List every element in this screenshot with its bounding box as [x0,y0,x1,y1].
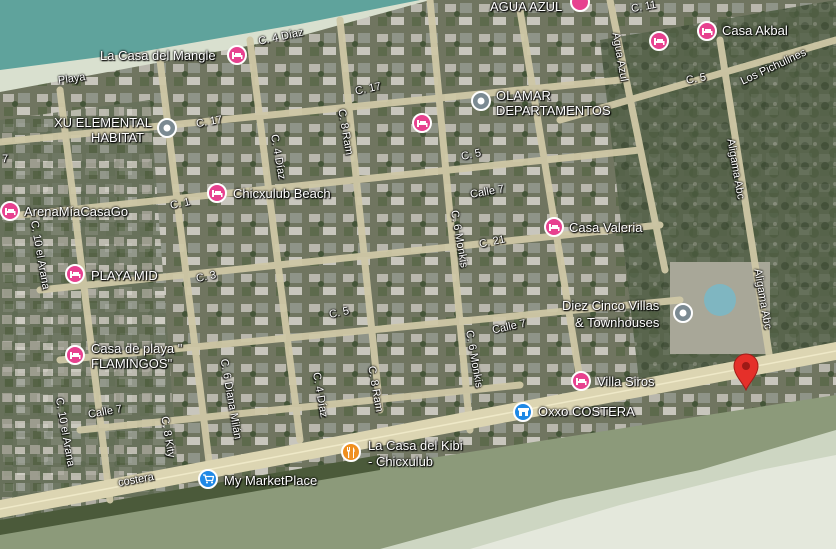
bed-icon [702,28,713,35]
place-pin[interactable] [673,303,693,323]
poi-label-xu-elemental[interactable]: XU ELEMENTAL [54,116,152,130]
hotel-pin[interactable] [697,21,717,41]
street-label: 7 [2,153,9,165]
poi-label-la-casa-del-kibi-line2[interactable]: - Chicxulub [368,455,433,469]
poi-label-casa-valeria[interactable]: Casa Valeria [569,221,642,235]
poi-label-agua-azul[interactable]: AGUA AZUL [490,0,562,14]
poi-label-la-casa-del-mangle[interactable]: La Casa del Mangle [100,49,216,63]
bed-icon [654,38,665,45]
map-view[interactable]: C. 4 Díaz Playa C. 17 C. 17 C. 11 Agua A… [0,0,836,549]
poi-label-diez-cinco-line2[interactable]: & Townhouses [575,316,659,330]
hotel-pin[interactable] [544,217,564,237]
poi-label-xu-elemental-line2[interactable]: HABITAT [91,131,144,145]
hotel-pin[interactable] [207,183,227,203]
hotel-pin[interactable] [227,45,247,65]
place-pin[interactable] [471,91,491,111]
dot-icon [477,97,485,105]
poi-label-la-casa-del-kibi[interactable]: La Casa del Kibi [368,439,463,453]
dot-icon [163,124,171,132]
poi-label-oxxo-costera[interactable]: Oxxo COSTERA [538,405,635,419]
poi-label-chicxulub-beach[interactable]: Chicxulub Beach [233,187,331,201]
store-icon [517,408,529,416]
poi-label-diez-cinco[interactable]: Diez Cinco Villas [562,299,659,313]
poi-label-casa-de-playa-line2[interactable]: FLAMINGOS" [91,357,172,371]
hotel-pin[interactable] [649,31,669,51]
fork-knife-icon [347,446,355,458]
hotel-pin[interactable] [65,345,85,365]
poi-label-casa-akbal[interactable]: Casa Akbal [722,24,788,38]
hotel-pin[interactable] [0,201,20,221]
bed-icon [549,224,560,231]
poi-label-my-marketplace[interactable]: My MarketPlace [224,474,317,488]
bed-icon [70,352,81,359]
cart-icon [202,474,214,484]
poi-label-olamar-line2[interactable]: DEPARTAMENTOS [496,104,611,118]
dot-icon [679,309,687,317]
bed-icon [5,208,16,215]
bed-icon [576,378,587,385]
bed-icon [232,52,243,59]
poi-label-arena-mia[interactable]: ArenaMíaCasaGo [24,205,128,219]
poi-label-villa-siros[interactable]: Villa Siros [597,375,655,389]
bed-icon [417,120,428,127]
shop-pin[interactable] [198,469,218,489]
hotel-pin[interactable] [412,113,432,133]
map-pin-icon [733,353,759,392]
shop-pin[interactable] [513,402,533,422]
bed-icon [70,271,81,278]
poi-label-olamar[interactable]: OLAMAR [496,89,551,103]
poi-label-casa-de-playa[interactable]: Casa de playa " [91,342,182,356]
place-pin[interactable] [157,118,177,138]
restaurant-pin[interactable] [341,442,361,462]
bed-icon [212,190,223,197]
hotel-pin[interactable] [65,264,85,284]
hotel-pin[interactable] [571,371,591,391]
location-marker[interactable] [733,353,759,396]
poi-label-playa-mid[interactable]: PLAYA MID [91,269,158,283]
